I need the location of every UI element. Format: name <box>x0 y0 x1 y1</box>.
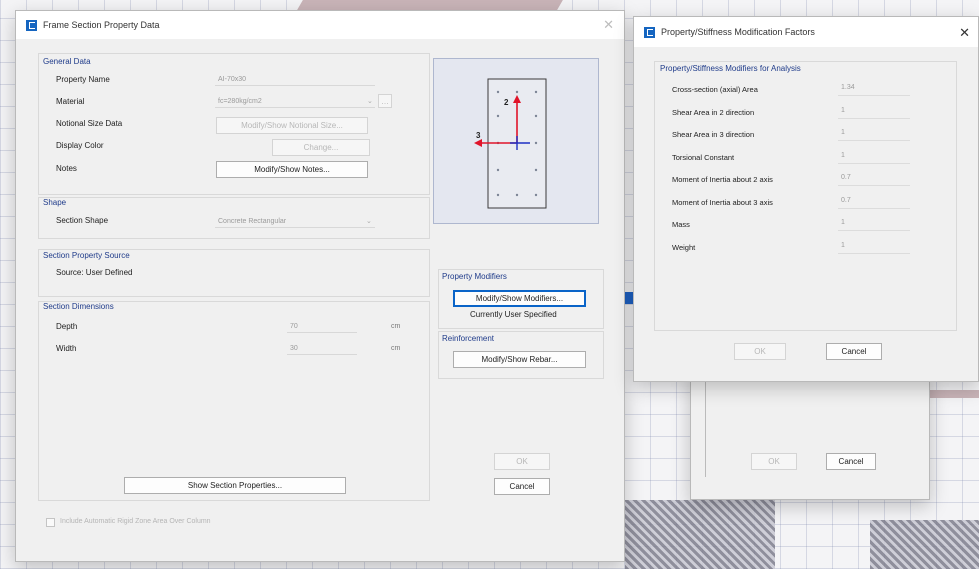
modify-modifiers-button[interactable]: Modify/Show Modifiers... <box>453 290 586 307</box>
display-color-label: Display Color <box>56 141 104 150</box>
frame-section-title: Frame Section Property Data <box>43 20 160 30</box>
chevron-down-icon[interactable]: ⌄ <box>367 97 373 105</box>
background-ok-button[interactable]: OK <box>751 453 797 470</box>
rebar-dot <box>534 114 538 118</box>
rebar-dot <box>534 193 538 197</box>
section-dimensions-group <box>38 301 430 501</box>
material-label: Material <box>56 97 85 106</box>
modifier-row-label: Shear Area in 2 direction <box>672 107 755 117</box>
modifier-row-label: Shear Area in 3 direction <box>672 130 755 139</box>
model-slab <box>297 0 563 10</box>
property-name-label: Property Name <box>56 75 110 84</box>
modifier-row-label: Torsional Constant <box>672 152 735 162</box>
section-shape-select[interactable]: Concrete Rectangular <box>215 215 375 228</box>
reinforcement-heading: Reinforcement <box>442 334 495 343</box>
axis-3-arrow <box>474 139 482 147</box>
background-cancel-button[interactable]: Cancel <box>826 453 876 470</box>
cancel-button[interactable]: Cancel <box>494 478 550 495</box>
chevron-down-icon[interactable]: ⌄ <box>366 217 372 225</box>
modifier-row-label: Moment of Inertia about 2 axis <box>672 175 773 184</box>
modifier-row-input[interactable]: 1.34 <box>838 84 910 96</box>
modifiers-group-heading: Property/Stiffness Modifiers for Analysi… <box>660 64 801 73</box>
rebar-dot <box>496 90 500 94</box>
modifier-row-input[interactable]: 0.7 <box>838 197 910 209</box>
model-slab <box>930 390 979 398</box>
axis-3-label: 3 <box>476 131 481 140</box>
notional-size-button[interactable]: Modify/Show Notional Size... <box>216 117 368 134</box>
depth-unit: cm <box>391 323 401 330</box>
modifier-row-label: Cross-section (axial) Area <box>672 85 758 94</box>
rebar-dot <box>534 90 538 94</box>
modifier-row-label: Mass <box>672 220 690 229</box>
rebar-dot <box>496 114 500 118</box>
rigid-zone-checkbox[interactable] <box>46 518 55 527</box>
material-browse-button[interactable]: … <box>378 94 392 108</box>
show-section-properties-button[interactable]: Show Section Properties... <box>124 477 346 494</box>
modifiers-status: Currently User Specified <box>470 310 557 319</box>
section-preview-drawing: 2 3 <box>474 78 547 209</box>
shape-heading: Shape <box>43 198 67 207</box>
rebar-dot <box>496 168 500 172</box>
rebar-dot <box>515 193 519 197</box>
property-name-field[interactable]: AI-70x30 <box>215 73 375 86</box>
depth-label: Depth <box>56 322 78 331</box>
modifier-cancel-button[interactable]: Cancel <box>826 343 882 360</box>
general-data-heading: General Data <box>43 57 91 66</box>
width-input[interactable]: 30 <box>287 342 357 355</box>
modify-rebar-button[interactable]: Modify/Show Rebar... <box>453 351 586 368</box>
modifier-ok-button[interactable]: OK <box>734 343 786 360</box>
background-divider <box>705 377 715 477</box>
rebar-dot <box>534 168 538 172</box>
modifier-row-input[interactable]: 1 <box>838 219 910 231</box>
axis-2-label: 2 <box>504 98 509 107</box>
modifiers-group <box>654 61 957 331</box>
modifier-row-input[interactable]: 1 <box>838 129 910 141</box>
modifier-row-input[interactable]: 1 <box>838 107 910 119</box>
property-source-text: Source: User Defined <box>56 268 133 277</box>
background-dialog: OK Cancel <box>690 370 930 500</box>
modifier-row-label: Weight <box>672 242 696 252</box>
modifier-row-input[interactable]: 0.7 <box>838 174 910 186</box>
rigid-zone-label: Include Automatic Rigid Zone Area Over C… <box>60 518 211 525</box>
property-source-heading: Section Property Source <box>43 251 130 260</box>
model-structure <box>625 500 775 569</box>
notional-size-label: Notional Size Data <box>56 119 123 128</box>
section-preview: 2 3 <box>433 58 599 224</box>
width-unit: cm <box>391 345 401 352</box>
notes-label: Notes <box>56 164 77 173</box>
notes-button[interactable]: Modify/Show Notes... <box>216 161 368 178</box>
rebar-dot <box>515 90 519 94</box>
depth-input[interactable]: 70 <box>287 320 357 333</box>
display-color-button[interactable]: Change... <box>272 139 370 156</box>
close-icon[interactable]: ✕ <box>603 18 614 31</box>
section-shape-label: Section Shape <box>56 216 109 225</box>
property-modifiers-heading: Property Modifiers <box>442 272 507 281</box>
modifier-row-input[interactable]: 1 <box>838 242 910 254</box>
ok-button[interactable]: OK <box>494 453 550 470</box>
section-dimensions-heading: Section Dimensions <box>43 302 114 311</box>
modifier-row-input[interactable]: 1 <box>838 152 910 164</box>
model-structure <box>870 520 979 569</box>
rebar-dot <box>496 193 500 197</box>
background-selection-strip <box>625 292 633 304</box>
width-label: Width <box>56 344 77 353</box>
modification-factors-title: Property/Stiffness Modification Factors <box>661 27 815 37</box>
frame-section-titlebar[interactable]: Frame Section Property Data ✕ <box>16 11 624 39</box>
modification-factors-dialog: Property/Stiffness Modification Factors … <box>633 16 979 382</box>
modification-factors-titlebar[interactable]: Property/Stiffness Modification Factors … <box>634 17 978 47</box>
close-icon[interactable]: ✕ <box>959 26 970 39</box>
material-select[interactable]: fc=280kg/cm2 <box>215 95 375 108</box>
rebar-dot <box>534 141 538 145</box>
modifier-row-label: Moment of Inertia about 3 axis <box>672 197 773 207</box>
app-icon <box>26 19 37 31</box>
app-icon <box>644 26 655 38</box>
